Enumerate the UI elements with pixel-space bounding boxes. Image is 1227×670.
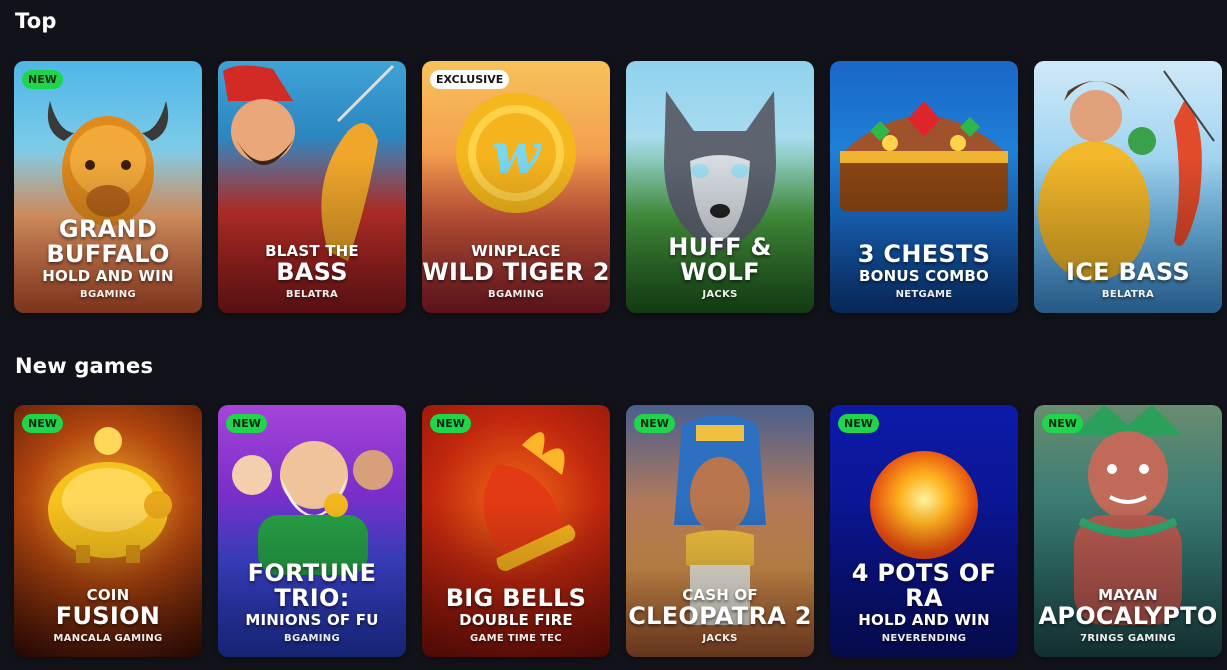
new-badge: NEW [634,414,675,433]
section-title-top: Top [15,9,57,33]
section-title-new-games: New games [15,354,154,378]
game-title-line3: HOLD AND WIN [42,267,174,285]
game-title-line2: HUFF & WOLF [668,233,772,286]
game-provider: 7RINGS GAMING [1080,633,1176,644]
game-title-line3: MINIONS OF FU [245,611,379,629]
game-title-line3: HOLD AND WIN [858,611,990,629]
game-provider: JACKS [702,633,738,644]
game-card-big-bells[interactable]: NEW BIG BELLS DOUBLE FIRE GAME TIME TEC [422,405,610,657]
game-title-line2: 3 CHESTS [857,240,991,268]
game-title-line2: ICE BASS [1065,258,1191,286]
game-title-line2: WILD TIGER 2 [422,258,610,286]
game-title-line2: CLEOPATRA 2 [628,602,812,630]
new-badge: NEW [226,414,267,433]
game-title-line1: GRAND [58,215,158,243]
new-badge: NEW [838,414,879,433]
game-title-line2: APOCALYPTO [1038,602,1218,630]
game-provider: NETGAME [895,289,953,300]
game-provider: BELATRA [1101,289,1155,300]
game-provider: MANCALA GAMING [53,633,163,644]
game-title-line2: FORTUNE TRIO: [247,559,377,612]
game-provider: BGAMING [284,633,340,644]
game-card-grand-buffalo[interactable]: NEW GRAND BUFFALO HOLD AND WIN BGAMING [14,61,202,313]
game-provider: NEVERENDING [881,633,967,644]
game-card-4-pots-of-ra[interactable]: NEW 4 POTS OF RA HOLD AND WIN NEVERENDIN… [830,405,1018,657]
game-provider: GAME TIME TEC [470,633,562,644]
game-card-coin-fusion[interactable]: NEW COIN FUSION MANCALA GAMING [14,405,202,657]
game-card-winplace-wild-tiger-2[interactable]: w EXCLUSIVE WINPLACE WILD TIGER 2 BGAMIN… [422,61,610,313]
game-card-huff-and-wolf[interactable]: HUFF & WOLF JACKS [626,61,814,313]
game-title-line3: DOUBLE FIRE [459,611,573,629]
game-provider: BELATRA [285,289,339,300]
game-card-blast-the-bass[interactable]: BLAST THE BASS BELATRA [218,61,406,313]
game-provider: BGAMING [488,289,544,300]
game-card-fortune-trio[interactable]: NEW FORTUNE TRIO: MINIONS OF FU BGAMING [218,405,406,657]
game-title-line2: BUFFALO [46,240,170,268]
game-title-line2: FUSION [55,602,161,630]
game-provider: JACKS [702,289,738,300]
new-badge: NEW [22,70,63,89]
game-card-mayan-apocalypto[interactable]: NEW MAYAN APOCALYPTO 7RINGS GAMING [1034,405,1222,657]
new-badge: NEW [1042,414,1083,433]
new-badge: NEW [22,414,63,433]
game-card-3-chests[interactable]: 3 CHESTS BONUS COMBO NETGAME [830,61,1018,313]
game-title-line3: BONUS COMBO [858,267,989,285]
game-card-ice-bass[interactable]: ICE BASS BELATRA [1034,61,1222,313]
new-games-row: NEW COIN FUSION MANCALA GAMING NEW FORTU… [14,405,1222,657]
game-title-line2: BIG BELLS [445,584,587,612]
game-title-line2: BASS [276,258,348,286]
game-card-cash-of-cleopatra-2[interactable]: NEW CASH OF CLEOPATRA 2 JACKS [626,405,814,657]
top-games-row: NEW GRAND BUFFALO HOLD AND WIN BGAMING B… [14,61,1222,313]
game-provider: BGAMING [80,289,136,300]
new-badge: NEW [430,414,471,433]
game-title-line2: 4 POTS OF RA [851,559,997,612]
exclusive-badge: EXCLUSIVE [430,70,510,89]
